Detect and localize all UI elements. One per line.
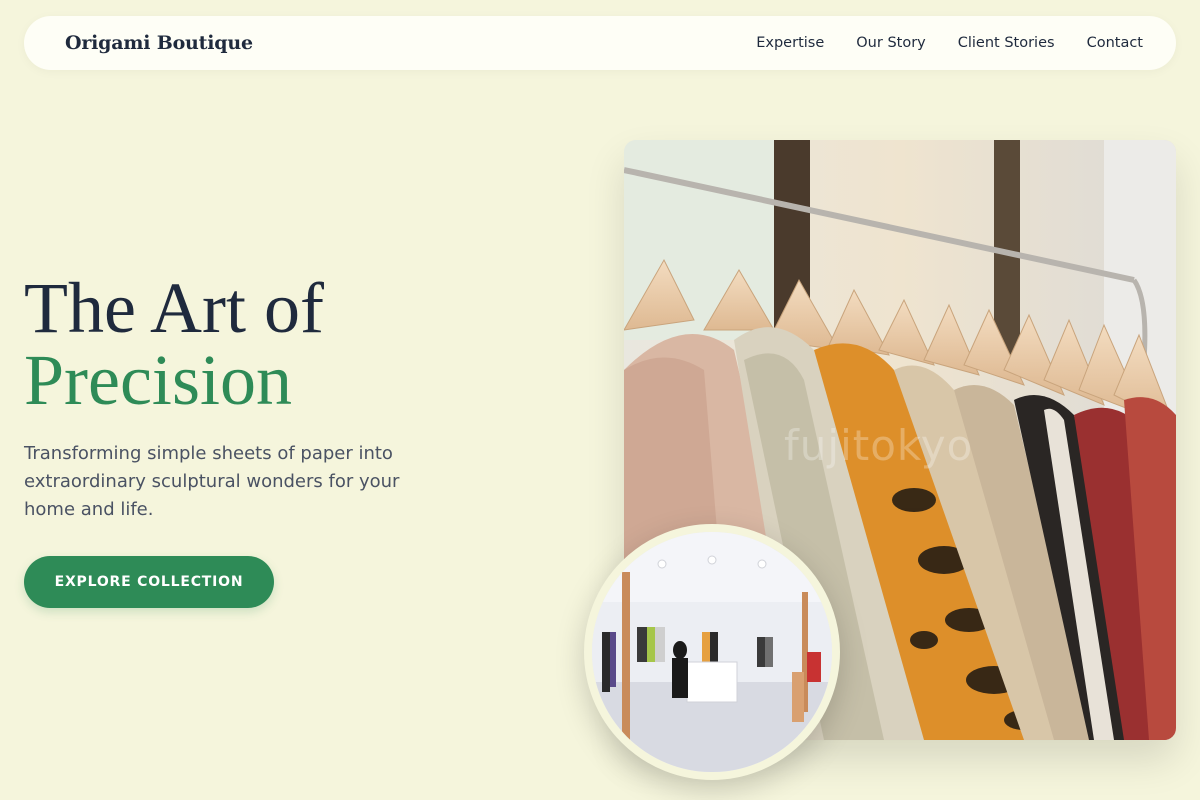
- boutique-interior-image: [584, 524, 840, 780]
- nav-links: Expertise Our Story Client Stories Conta…: [756, 35, 1143, 51]
- top-navbar: Origami Boutique Expertise Our Story Cli…: [24, 16, 1176, 70]
- nav-link-our-story[interactable]: Our Story: [856, 35, 925, 51]
- nav-link-expertise[interactable]: Expertise: [756, 35, 824, 51]
- nav-link-contact[interactable]: Contact: [1087, 35, 1143, 51]
- image-watermark: fujitokyo: [784, 421, 973, 470]
- explore-collection-button[interactable]: EXPLORE COLLECTION: [24, 556, 274, 608]
- hero-title: The Art of Precision: [24, 272, 324, 416]
- hero-title-accent: Precision: [24, 340, 292, 420]
- brand-logo[interactable]: Origami Boutique: [65, 32, 253, 54]
- nav-link-client-stories[interactable]: Client Stories: [958, 35, 1055, 51]
- hero-subtitle: Transforming simple sheets of paper into…: [24, 443, 400, 520]
- hero-title-line1: The Art of: [24, 268, 324, 348]
- boutique-interior-illustration: [592, 532, 832, 772]
